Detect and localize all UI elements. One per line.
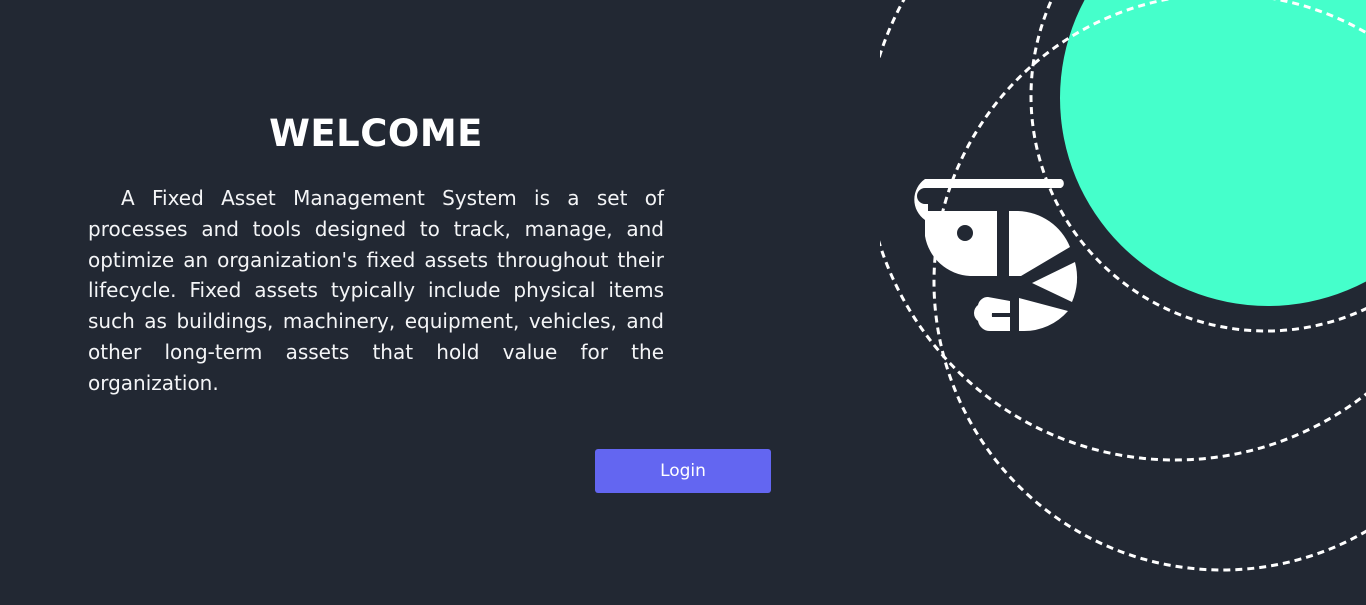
shrimp-icon [914,179,1077,332]
accent-circle [1060,0,1366,306]
page-title: WELCOME [269,112,483,155]
shrimp-eye [957,225,973,241]
welcome-description: A Fixed Asset Management System is a set… [88,186,664,395]
hero-illustration [880,0,1366,572]
login-button[interactable]: Login [595,449,771,493]
